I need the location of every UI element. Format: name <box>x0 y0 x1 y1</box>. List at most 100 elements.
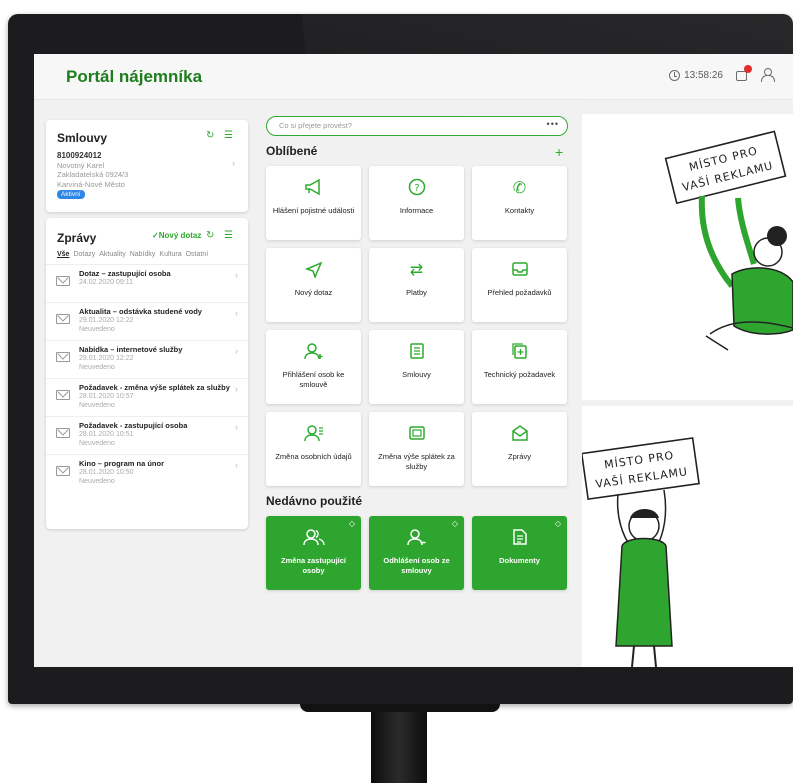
tile-service-payments[interactable]: Změna výše splátek za služby <box>369 412 464 486</box>
message-item[interactable]: Kino – program na únor 28.01.2020 10:50 … <box>46 454 248 492</box>
monitor-bezel: Portál nájemníka 13:58:26 Smlouvy ↻ ☰ 81… <box>8 14 793 704</box>
message-item[interactable]: Požadavek - zastupující osoba 28.01.2020… <box>46 416 248 454</box>
transfer-icon: ⇄ <box>409 262 424 279</box>
tile-contracts[interactable]: Smlouvy <box>369 330 464 404</box>
tile-payments[interactable]: ⇄ Platby <box>369 248 464 322</box>
tile-label: Technický požadavek <box>483 370 556 379</box>
refresh-icon[interactable]: ↻ <box>206 230 214 241</box>
more-icon[interactable]: ••• <box>547 119 559 129</box>
tile-new-query[interactable]: Nový dotaz <box>266 248 361 322</box>
notification-badge <box>744 65 752 73</box>
favorites-title: Oblíbené <box>266 144 318 158</box>
list-icon[interactable]: ☰ <box>224 130 233 141</box>
envelope-icon <box>56 390 70 400</box>
chevron-right-icon: › <box>235 422 238 432</box>
message-date: 29.01.2020 12:22 <box>79 355 134 362</box>
message-status: Neuvedeno <box>79 402 115 409</box>
tile-label: Přihlášení osob ke smlouvě <box>282 370 345 389</box>
contracts-card: Smlouvy ↻ ☰ 8100924012 Novotný Karel Zak… <box>46 120 248 212</box>
search-input[interactable]: Co si přejete provést? ••• <box>266 116 568 136</box>
document-icon <box>472 528 567 551</box>
question-icon: ? <box>369 178 464 201</box>
pin-icon[interactable]: ◇ <box>349 519 355 528</box>
app-header: Portál nájemníka 13:58:26 <box>34 54 793 100</box>
message-title: Dotaz – zastupující osoba <box>79 269 171 278</box>
tile-label: Změna výše splátek za služby <box>378 452 455 471</box>
messages-title: Zprávy <box>57 231 97 245</box>
tile-information[interactable]: ? Informace <box>369 166 464 240</box>
tile-register-persons[interactable]: Přihlášení osob ke smlouvě <box>266 330 361 404</box>
filter-news[interactable]: Aktuality <box>99 251 125 258</box>
message-status: Neuvedeno <box>79 440 115 447</box>
tile-messages[interactable]: Zprávy <box>472 412 567 486</box>
list-icon[interactable]: ☰ <box>224 230 233 241</box>
tile-change-representative[interactable]: ◇ Změna zastupující osoby <box>266 516 361 590</box>
clock-time: 13:58:26 <box>684 69 723 81</box>
message-title: Kino – program na únor <box>79 459 165 468</box>
message-item[interactable]: Požadavek - změna výše splátek za služby… <box>46 378 248 416</box>
tile-deregister-persons[interactable]: ◇ Odhlášení osob ze smlouvy <box>369 516 464 590</box>
contract-street: Zakladatelská 0924/3 <box>57 170 129 179</box>
tile-requests-overview[interactable]: Přehled požadavků <box>472 248 567 322</box>
user-icon[interactable] <box>761 68 775 82</box>
chevron-right-icon: › <box>235 460 238 470</box>
money-icon <box>369 424 464 447</box>
message-title: Aktualita – odstávka studené vody <box>79 307 202 316</box>
filter-other[interactable]: Ostatní <box>186 251 209 258</box>
message-filters: Vše Dotazy Aktuality Nabídky Kultura Ost… <box>57 251 208 258</box>
photo-stage: Portál nájemníka 13:58:26 Smlouvy ↻ ☰ 81… <box>0 0 793 783</box>
contract-city: Karviná-Nové Město <box>57 179 125 189</box>
new-query-button[interactable]: ✓Nový dotaz <box>152 231 201 240</box>
tile-technical-request[interactable]: Technický požadavek <box>472 330 567 404</box>
filter-queries[interactable]: Dotazy <box>73 251 95 258</box>
document-list-icon <box>369 342 464 365</box>
advertisement-top[interactable]: MÍSTO PRO VAŠÍ REKLAMU <box>582 114 793 400</box>
filter-all[interactable]: Vše <box>57 251 69 258</box>
filter-culture[interactable]: Kultura <box>159 251 181 258</box>
tile-contacts[interactable]: ✆ Kontakty <box>472 166 567 240</box>
add-favorite-icon[interactable]: + <box>555 144 563 160</box>
tile-label: Dokumenty <box>499 556 540 565</box>
inbox-icon <box>472 260 567 283</box>
svg-text:?: ? <box>414 183 419 194</box>
phone-icon: ✆ <box>512 180 527 197</box>
envelope-icon <box>56 466 70 476</box>
envelope-icon <box>56 314 70 324</box>
chevron-right-icon: › <box>235 384 238 394</box>
chevron-right-icon[interactable]: › <box>232 158 235 168</box>
pin-icon[interactable]: ◇ <box>452 519 458 528</box>
recent-title: Nedávno použité <box>266 494 363 508</box>
advertisement-bottom[interactable]: MÍSTO PRO VAŠÍ REKLAMU <box>580 406 793 667</box>
message-item[interactable]: Nabídka – internetové služby 29.01.2020 … <box>46 340 248 378</box>
message-date: 28.01.2020 10:51 <box>79 431 134 438</box>
envelope-icon <box>472 424 567 447</box>
envelope-icon <box>56 352 70 362</box>
notifications-button[interactable] <box>735 65 752 82</box>
contract-item[interactable]: 8100924012 Novotný Karel Zakladatelská 0… <box>57 151 128 199</box>
app-title: Portál nájemníka <box>66 67 203 86</box>
message-title: Požadavek - změna výše splátek za služby <box>79 383 230 392</box>
tile-insurance-claim[interactable]: Hlášení pojistné události <box>266 166 361 240</box>
tile-documents[interactable]: ◇ Dokumenty <box>472 516 567 590</box>
add-document-icon <box>472 342 567 365</box>
advertisement-illustration: MÍSTO PRO VAŠÍ REKLAMU <box>580 437 700 667</box>
refresh-icon[interactable]: ↻ <box>206 130 214 141</box>
message-item[interactable]: Aktualita – odstávka studené vody 29.01.… <box>46 302 248 340</box>
tile-label: Nový dotaz <box>294 288 333 297</box>
pin-icon[interactable]: ◇ <box>555 519 561 528</box>
contract-name: Novotný Karel <box>57 160 105 170</box>
tile-label: Hlášení pojistné události <box>272 206 355 215</box>
filter-offers[interactable]: Nabídky <box>130 251 156 258</box>
people-icon <box>266 528 361 551</box>
tile-label: Zprávy <box>508 452 531 461</box>
tile-label: Kontakty <box>504 206 535 215</box>
tile-label: Změna osobních údajů <box>275 452 352 461</box>
advertisement-illustration: MÍSTO PRO VAŠÍ REKLAMU <box>664 130 793 351</box>
message-item[interactable]: Dotaz – zastupující osoba 24.02.2020 09:… <box>46 264 248 302</box>
tile-label: Změna zastupující osoby <box>280 556 346 575</box>
messages-card: Zprávy ✓Nový dotaz ↻ ☰ Vše Dotazy Aktual… <box>46 218 248 529</box>
tile-personal-data[interactable]: Změna osobních údajů <box>266 412 361 486</box>
envelope-icon <box>56 428 70 438</box>
chevron-right-icon: › <box>235 270 238 280</box>
message-title: Nabídka – internetové služby <box>79 345 183 354</box>
